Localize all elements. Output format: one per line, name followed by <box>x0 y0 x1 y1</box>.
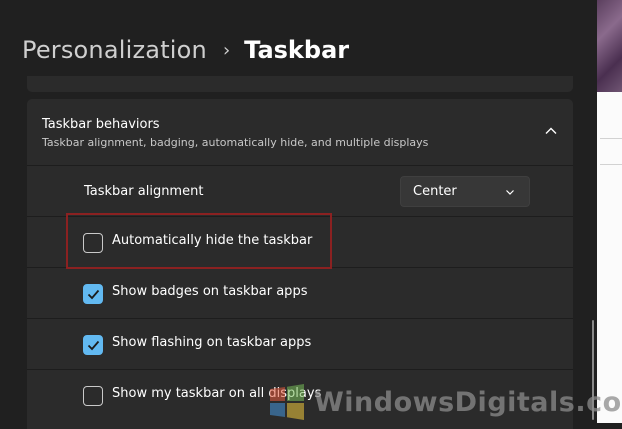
badges-checkbox[interactable] <box>83 284 103 304</box>
background-divider <box>600 138 622 139</box>
page-title: Taskbar <box>244 36 350 64</box>
badges-row: Show badges on taskbar apps <box>27 267 573 318</box>
taskbar-alignment-row: Taskbar alignment Center <box>27 165 573 216</box>
windows-logo-icon <box>270 384 304 420</box>
chevron-down-icon <box>506 190 514 195</box>
flashing-label[interactable]: Show flashing on taskbar apps <box>112 335 311 350</box>
taskbar-alignment-label: Taskbar alignment <box>84 184 204 199</box>
highlight-box <box>66 213 332 269</box>
watermark: WindowsDigitals.com <box>268 383 622 421</box>
chevron-up-icon[interactable] <box>545 125 557 137</box>
breadcrumb: Personalization › Taskbar <box>22 30 349 70</box>
checkmark-icon <box>87 340 100 351</box>
taskbar-alignment-value: Center <box>413 184 457 199</box>
breadcrumb-separator: › <box>222 39 231 61</box>
taskbar-behaviors-header[interactable]: Taskbar behaviors Taskbar alignment, bad… <box>27 99 573 165</box>
flashing-checkbox[interactable] <box>83 335 103 355</box>
taskbar-alignment-dropdown[interactable]: Center <box>400 176 530 207</box>
background-divider <box>600 164 622 165</box>
flashing-row: Show flashing on taskbar apps <box>27 318 573 369</box>
breadcrumb-personalization[interactable]: Personalization <box>22 36 207 64</box>
section-subtitle: Taskbar alignment, badging, automaticall… <box>42 136 429 149</box>
previous-section-card <box>27 76 573 92</box>
all-displays-checkbox[interactable] <box>83 386 103 406</box>
badges-label[interactable]: Show badges on taskbar apps <box>112 284 307 299</box>
section-title: Taskbar behaviors <box>42 117 160 132</box>
watermark-text: WindowsDigitals.com <box>314 386 622 418</box>
background-image <box>597 0 622 92</box>
checkmark-icon <box>87 289 100 300</box>
